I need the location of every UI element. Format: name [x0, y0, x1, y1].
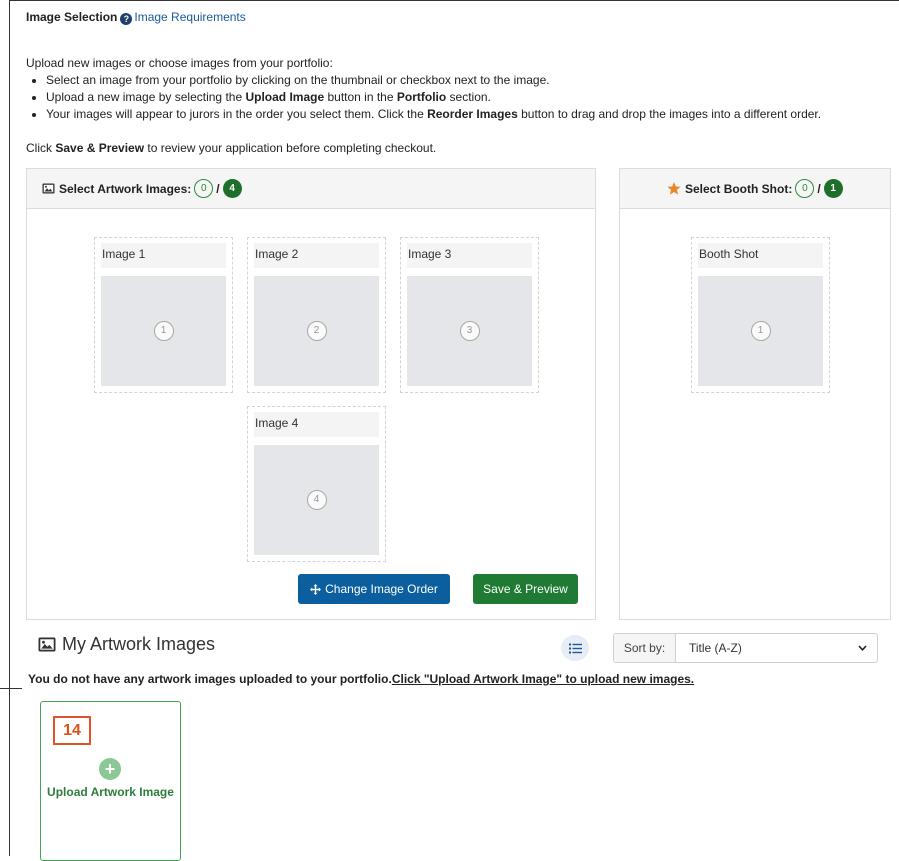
sort-select[interactable]: Title (A-Z): [676, 634, 877, 662]
slot-number: 3: [459, 321, 480, 341]
image-placeholder[interactable]: 1: [698, 276, 823, 386]
artwork-panel-header: Select Artwork Images: 0 / 4: [27, 169, 595, 209]
image-icon: [42, 183, 55, 194]
slot-number: 4: [306, 490, 327, 510]
my-artwork-title: My Artwork Images: [38, 634, 215, 655]
instruction-item: Your images will appear to jurors in the…: [46, 106, 821, 123]
booth-panel-header: Select Booth Shot: 0 / 1: [620, 169, 890, 209]
image-slot[interactable]: Image 2 2: [247, 237, 386, 393]
booth-max-count: 1: [823, 179, 843, 198]
frame-left-border: [9, 0, 10, 856]
preview-note: Click Save & Preview to review your appl…: [26, 141, 437, 155]
instructions: Upload new images or choose images from …: [26, 55, 821, 123]
image-placeholder[interactable]: 1: [101, 276, 226, 386]
sort-label: Sort by:: [614, 634, 676, 662]
booth-slot-label: Booth Shot: [698, 243, 823, 268]
question-circle-icon[interactable]: ?: [120, 13, 133, 25]
image-icon: [38, 637, 56, 652]
instruction-item: Select an image from your portfolio by c…: [46, 72, 821, 89]
upload-artwork-card[interactable]: 14 + Upload Artwork Image: [40, 701, 181, 861]
upload-artwork-label: Upload Artwork Image: [47, 785, 174, 799]
artwork-images-panel: Select Artwork Images: 0 / 4 Image 1 1 I…: [26, 168, 596, 620]
sort-selected-value: Title (A-Z): [689, 641, 742, 655]
image-placeholder[interactable]: 2: [254, 276, 379, 386]
instruction-item: Upload a new image by selecting the Uplo…: [46, 89, 821, 106]
image-requirements-link[interactable]: Image Requirements: [134, 10, 245, 24]
plus-circle-icon: +: [99, 758, 121, 780]
frame-top-border: [9, 0, 899, 1]
image-slot-label: Image 3: [407, 243, 532, 268]
my-artwork-title-text: My Artwork Images: [62, 634, 216, 654]
image-placeholder[interactable]: 4: [254, 445, 379, 555]
slot-number: 1: [153, 321, 174, 341]
list-icon: [568, 643, 582, 653]
image-slot-label: Image 1: [101, 243, 226, 268]
empty-portfolio-message: You do not have any artwork images uploa…: [28, 672, 695, 686]
list-view-toggle[interactable]: [561, 635, 589, 661]
star-icon: [667, 182, 681, 195]
image-slot[interactable]: Image 4 4: [247, 406, 386, 562]
move-arrows-icon: [310, 583, 322, 595]
instructions-lead: Upload new images or choose images from …: [26, 56, 333, 70]
image-slot[interactable]: Image 3 3: [400, 237, 539, 393]
upload-instruction-link[interactable]: Click "Upload Artwork Image" to upload n…: [392, 672, 694, 686]
save-preview-label: Save & Preview: [483, 582, 568, 596]
slot-number: 2: [306, 321, 327, 341]
step-number-badge: 14: [53, 716, 91, 745]
save-preview-button[interactable]: Save & Preview: [473, 574, 578, 604]
artwork-panel-title: Select Artwork Images:: [59, 181, 192, 196]
chevron-down-icon: [858, 645, 867, 651]
count-separator: /: [817, 181, 821, 196]
change-image-order-button[interactable]: Change Image Order: [298, 574, 450, 604]
slot-number: 1: [750, 321, 771, 341]
artwork-selected-count: 0: [194, 179, 214, 198]
image-slot-label: Image 2: [254, 243, 379, 268]
image-placeholder[interactable]: 3: [407, 276, 532, 386]
sort-control: Sort by: Title (A-Z): [613, 633, 878, 663]
section-header: Image Selection? Image Requirements: [26, 10, 246, 25]
booth-panel-title: Select Booth Shot:: [685, 181, 793, 196]
booth-shot-panel: Select Booth Shot: 0 / 1 Booth Shot 1: [619, 168, 891, 620]
section-title: Image Selection: [26, 10, 118, 24]
artwork-max-count: 4: [222, 179, 242, 198]
instructions-list: Select an image from your portfolio by c…: [26, 72, 821, 123]
booth-shot-slot[interactable]: Booth Shot 1: [691, 237, 830, 393]
frame-tick-mark: [0, 688, 22, 689]
count-separator: /: [216, 181, 220, 196]
image-slot[interactable]: Image 1 1: [94, 237, 233, 393]
change-image-order-label: Change Image Order: [325, 582, 438, 596]
booth-selected-count: 0: [795, 179, 815, 198]
image-slot-label: Image 4: [254, 412, 379, 437]
